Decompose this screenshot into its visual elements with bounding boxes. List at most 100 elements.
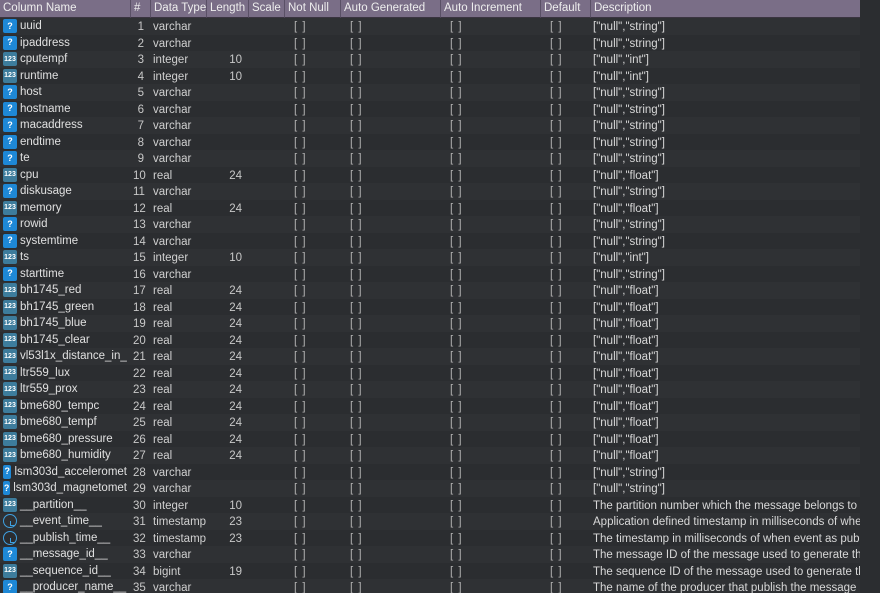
autoincr-checkbox[interactable]: [ ] xyxy=(440,480,540,497)
default-checkbox[interactable]: [ ] xyxy=(540,332,590,349)
autogen-checkbox[interactable]: [ ] xyxy=(340,68,440,85)
column-header-autoincr[interactable]: Auto Increment xyxy=(440,0,540,18)
autogen-checkbox[interactable]: [ ] xyxy=(340,299,440,316)
autogen-checkbox[interactable]: [ ] xyxy=(340,167,440,184)
default-checkbox[interactable]: [ ] xyxy=(540,84,590,101)
default-checkbox[interactable]: [ ] xyxy=(540,167,590,184)
column-name-cell[interactable]: 123bh1745_clear xyxy=(0,332,130,349)
column-name-cell[interactable]: ?hostname xyxy=(0,101,130,118)
column-name-cell[interactable]: 123memory xyxy=(0,200,130,217)
autogen-checkbox[interactable]: [ ] xyxy=(340,579,440,593)
notnull-checkbox[interactable]: [ ] xyxy=(284,315,340,332)
autoincr-checkbox[interactable]: [ ] xyxy=(440,348,540,365)
column-name-cell[interactable]: 123bme680_humidity xyxy=(0,447,130,464)
autogen-checkbox[interactable]: [ ] xyxy=(340,431,440,448)
default-checkbox[interactable]: [ ] xyxy=(540,381,590,398)
default-checkbox[interactable]: [ ] xyxy=(540,216,590,233)
autogen-checkbox[interactable]: [ ] xyxy=(340,381,440,398)
autoincr-checkbox[interactable]: [ ] xyxy=(440,266,540,283)
autogen-checkbox[interactable]: [ ] xyxy=(340,398,440,415)
notnull-checkbox[interactable]: [ ] xyxy=(284,398,340,415)
column-header-length[interactable]: Length xyxy=(206,0,248,18)
autoincr-checkbox[interactable]: [ ] xyxy=(440,513,540,530)
column-name-cell[interactable]: 123bme680_tempc xyxy=(0,398,130,415)
notnull-checkbox[interactable]: [ ] xyxy=(284,497,340,514)
autogen-checkbox[interactable]: [ ] xyxy=(340,233,440,250)
notnull-checkbox[interactable]: [ ] xyxy=(284,18,340,35)
notnull-checkbox[interactable]: [ ] xyxy=(284,216,340,233)
column-header-datatype[interactable]: Data Type xyxy=(150,0,206,18)
autoincr-checkbox[interactable]: [ ] xyxy=(440,315,540,332)
autogen-checkbox[interactable]: [ ] xyxy=(340,18,440,35)
autogen-checkbox[interactable]: [ ] xyxy=(340,282,440,299)
column-name-cell[interactable]: ?endtime xyxy=(0,134,130,151)
column-name-cell[interactable]: 123runtime xyxy=(0,68,130,85)
autoincr-checkbox[interactable]: [ ] xyxy=(440,365,540,382)
column-name-cell[interactable]: ?systemtime xyxy=(0,233,130,250)
autoincr-checkbox[interactable]: [ ] xyxy=(440,282,540,299)
autoincr-checkbox[interactable]: [ ] xyxy=(440,51,540,68)
autoincr-checkbox[interactable]: [ ] xyxy=(440,117,540,134)
column-name-cell[interactable]: ?te xyxy=(0,150,130,167)
autoincr-checkbox[interactable]: [ ] xyxy=(440,68,540,85)
column-name-cell[interactable]: __event_time__ xyxy=(0,513,130,530)
notnull-checkbox[interactable]: [ ] xyxy=(284,150,340,167)
autoincr-checkbox[interactable]: [ ] xyxy=(440,216,540,233)
autoincr-checkbox[interactable]: [ ] xyxy=(440,200,540,217)
column-name-cell[interactable]: 123ts xyxy=(0,249,130,266)
autogen-checkbox[interactable]: [ ] xyxy=(340,35,440,52)
notnull-checkbox[interactable]: [ ] xyxy=(284,233,340,250)
column-name-cell[interactable]: 123vl53l1x_distance_in_ xyxy=(0,348,130,365)
default-checkbox[interactable]: [ ] xyxy=(540,513,590,530)
notnull-checkbox[interactable]: [ ] xyxy=(284,414,340,431)
notnull-checkbox[interactable]: [ ] xyxy=(284,84,340,101)
column-header-notnull[interactable]: Not Null xyxy=(284,0,340,18)
column-name-cell[interactable]: ?__producer_name__ xyxy=(0,579,130,593)
default-checkbox[interactable]: [ ] xyxy=(540,101,590,118)
column-name-cell[interactable]: 123ltr559_prox xyxy=(0,381,130,398)
autogen-checkbox[interactable]: [ ] xyxy=(340,51,440,68)
autoincr-checkbox[interactable]: [ ] xyxy=(440,579,540,593)
notnull-checkbox[interactable]: [ ] xyxy=(284,282,340,299)
autoincr-checkbox[interactable]: [ ] xyxy=(440,84,540,101)
default-checkbox[interactable]: [ ] xyxy=(540,464,590,481)
default-checkbox[interactable]: [ ] xyxy=(540,117,590,134)
column-header-scale[interactable]: Scale xyxy=(248,0,284,18)
notnull-checkbox[interactable]: [ ] xyxy=(284,381,340,398)
column-name-cell[interactable]: 123ltr559_lux xyxy=(0,365,130,382)
default-checkbox[interactable]: [ ] xyxy=(540,249,590,266)
default-checkbox[interactable]: [ ] xyxy=(540,480,590,497)
column-name-cell[interactable]: 123bh1745_blue xyxy=(0,315,130,332)
autogen-checkbox[interactable]: [ ] xyxy=(340,414,440,431)
notnull-checkbox[interactable]: [ ] xyxy=(284,464,340,481)
notnull-checkbox[interactable]: [ ] xyxy=(284,332,340,349)
column-name-cell[interactable]: ?__message_id__ xyxy=(0,546,130,563)
default-checkbox[interactable]: [ ] xyxy=(540,233,590,250)
notnull-checkbox[interactable]: [ ] xyxy=(284,35,340,52)
column-name-cell[interactable]: ?macaddress xyxy=(0,117,130,134)
column-name-cell[interactable]: 123__sequence_id__ xyxy=(0,563,130,580)
column-name-cell[interactable]: ?starttime xyxy=(0,266,130,283)
default-checkbox[interactable]: [ ] xyxy=(540,266,590,283)
autogen-checkbox[interactable]: [ ] xyxy=(340,249,440,266)
default-checkbox[interactable]: [ ] xyxy=(540,447,590,464)
autogen-checkbox[interactable]: [ ] xyxy=(340,365,440,382)
notnull-checkbox[interactable]: [ ] xyxy=(284,249,340,266)
default-checkbox[interactable]: [ ] xyxy=(540,414,590,431)
column-header-autogen[interactable]: Auto Generated xyxy=(340,0,440,18)
autoincr-checkbox[interactable]: [ ] xyxy=(440,233,540,250)
autoincr-checkbox[interactable]: [ ] xyxy=(440,183,540,200)
column-header-description[interactable]: Description xyxy=(590,0,860,18)
autoincr-checkbox[interactable]: [ ] xyxy=(440,398,540,415)
autogen-checkbox[interactable]: [ ] xyxy=(340,200,440,217)
notnull-checkbox[interactable]: [ ] xyxy=(284,266,340,283)
autogen-checkbox[interactable]: [ ] xyxy=(340,530,440,547)
default-checkbox[interactable]: [ ] xyxy=(540,530,590,547)
autoincr-checkbox[interactable]: [ ] xyxy=(440,35,540,52)
autogen-checkbox[interactable]: [ ] xyxy=(340,315,440,332)
default-checkbox[interactable]: [ ] xyxy=(540,282,590,299)
autoincr-checkbox[interactable]: [ ] xyxy=(440,101,540,118)
notnull-checkbox[interactable]: [ ] xyxy=(284,513,340,530)
autogen-checkbox[interactable]: [ ] xyxy=(340,348,440,365)
notnull-checkbox[interactable]: [ ] xyxy=(284,299,340,316)
